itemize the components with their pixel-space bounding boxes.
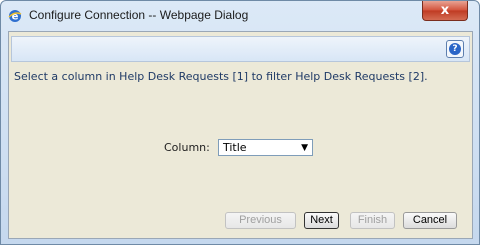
close-button[interactable]: x [422, 1, 468, 21]
next-button[interactable]: Next [304, 212, 339, 229]
help-icon: ? [449, 43, 461, 55]
column-select[interactable]: Title ▼ [218, 139, 313, 156]
column-label: Column: [164, 141, 210, 154]
dialog-content: ? Select a column in Help Desk Requests … [8, 31, 473, 239]
header-band: ? [11, 36, 470, 62]
finish-button[interactable]: Finish [350, 212, 395, 229]
close-icon: x [440, 3, 450, 18]
column-select-value: Title [223, 141, 247, 154]
help-button[interactable]: ? [446, 40, 464, 58]
dialog-window: e Configure Connection -- Webpage Dialog… [0, 0, 480, 245]
instruction-text: Select a column in Help Desk Requests [1… [14, 70, 428, 83]
ie-icon: e [8, 8, 22, 23]
previous-button[interactable]: Previous [225, 212, 296, 229]
title-bar[interactable]: e Configure Connection -- Webpage Dialog… [1, 1, 479, 31]
cancel-button[interactable]: Cancel [403, 212, 457, 229]
window-title: Configure Connection -- Webpage Dialog [29, 8, 249, 22]
chevron-down-icon: ▼ [301, 143, 308, 153]
